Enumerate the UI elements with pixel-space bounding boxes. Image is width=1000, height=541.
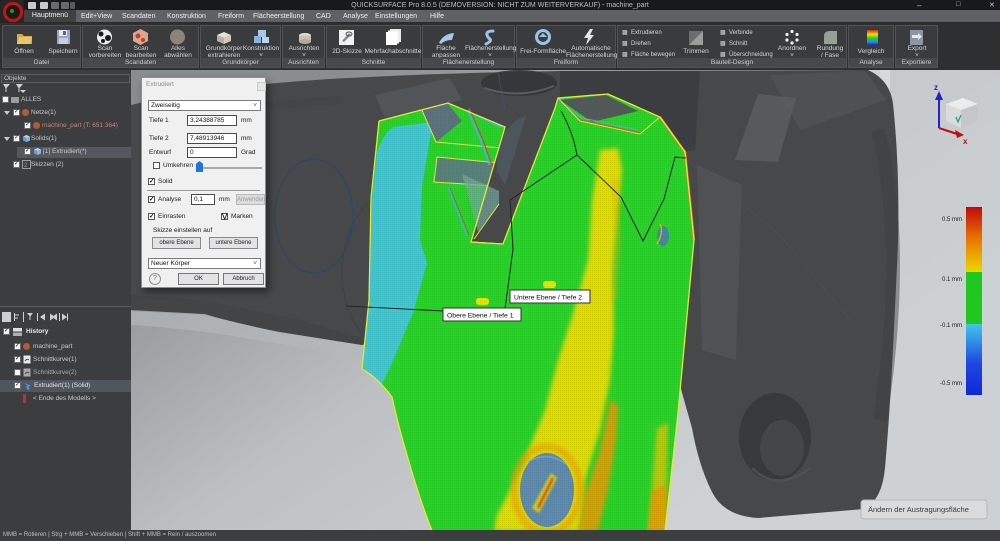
- svg-text:Untere Ebene / Tiefe 2: Untere Ebene / Tiefe 2: [514, 295, 582, 302]
- svg-text:Ändern der Austragungsfläche: Ändern der Austragungsfläche: [868, 505, 969, 514]
- svg-text:-0.1 mm: -0.1 mm: [940, 323, 962, 329]
- svg-text:x: x: [963, 137, 968, 146]
- svg-text:-0.5 mm: -0.5 mm: [940, 381, 962, 387]
- svg-text:0.5 mm: 0.5 mm: [942, 217, 962, 223]
- svg-text:z: z: [934, 83, 938, 92]
- svg-text:0.1 mm: 0.1 mm: [942, 277, 962, 283]
- svg-text:Obere Ebene / Tiefe 1: Obere Ebene / Tiefe 1: [447, 313, 514, 320]
